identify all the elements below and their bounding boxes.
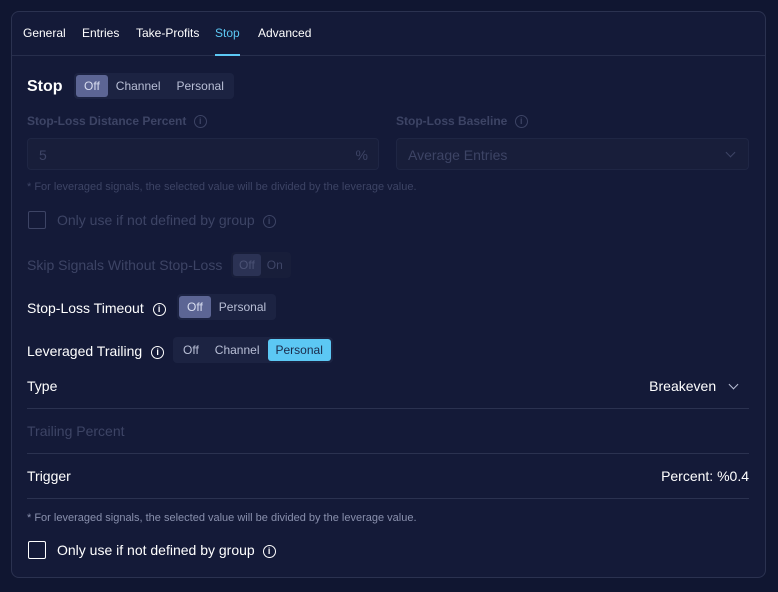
stop-mode-personal[interactable]: Personal: [169, 75, 232, 97]
skip-signals-off[interactable]: Off: [233, 254, 261, 276]
info-icon: i: [152, 302, 166, 316]
leveraged-trailing-channel[interactable]: Channel: [207, 339, 268, 361]
tab-advanced[interactable]: Advanced: [258, 26, 311, 56]
info-icon: i: [193, 115, 207, 129]
divider: [27, 498, 749, 499]
divider: [27, 408, 749, 409]
tab-general[interactable]: General: [23, 26, 66, 56]
tab-take-profits[interactable]: Take-Profits: [136, 26, 199, 56]
info-icon: i: [262, 544, 276, 558]
sl-baseline-value: Average Entries: [408, 147, 508, 163]
sl-distance-label: Stop-Loss Distance Percent i: [27, 114, 207, 129]
info-icon: i: [151, 345, 165, 359]
info-icon: i: [514, 115, 528, 129]
sl-distance-input[interactable]: 5 %: [27, 138, 379, 170]
skip-signals-label: Skip Signals Without Stop-Loss: [27, 257, 223, 273]
tab-bar: General Entries Take-Profits Stop Advanc…: [12, 12, 765, 56]
only-use-label-bottom: Only use if not defined by group i: [57, 542, 276, 558]
only-use-checkbox-bottom[interactable]: [28, 541, 46, 559]
sl-baseline-label: Stop-Loss Baseline i: [396, 114, 528, 129]
sl-distance-value: 5: [39, 147, 47, 163]
type-label: Type: [27, 378, 58, 394]
only-use-checkbox-top[interactable]: [28, 211, 46, 229]
leverage-hint-top: * For leveraged signals, the selected va…: [27, 181, 417, 193]
sl-baseline-select[interactable]: Average Entries: [396, 138, 749, 170]
leveraged-trailing-label: Leveraged Trailing i: [27, 343, 165, 359]
leveraged-trailing-personal[interactable]: Personal: [267, 339, 331, 361]
info-icon: i: [262, 214, 276, 228]
stop-settings-panel: General Entries Take-Profits Stop Advanc…: [11, 11, 766, 578]
percent-unit: %: [355, 147, 368, 163]
sl-timeout-off[interactable]: Off: [179, 296, 211, 318]
type-select[interactable]: Breakeven: [649, 378, 739, 394]
divider: [27, 453, 749, 454]
stop-mode-channel[interactable]: Channel: [108, 75, 169, 97]
stop-title: Stop: [27, 78, 63, 95]
only-use-label-top: Only use if not defined by group i: [57, 212, 276, 228]
stop-mode-toggle: Off Channel Personal: [74, 73, 234, 99]
sl-timeout-toggle: Off Personal: [177, 294, 277, 320]
tab-stop[interactable]: Stop: [215, 26, 240, 56]
tab-entries[interactable]: Entries: [82, 26, 119, 56]
sl-timeout-personal[interactable]: Personal: [211, 296, 274, 318]
leverage-hint-bottom: * For leveraged signals, the selected va…: [27, 512, 417, 524]
stop-mode-off[interactable]: Off: [76, 75, 108, 97]
sl-timeout-label: Stop-Loss Timeout i: [27, 300, 166, 316]
chevron-down-icon: [725, 147, 736, 158]
skip-signals-on[interactable]: On: [261, 254, 289, 276]
leveraged-trailing-off[interactable]: Off: [175, 339, 207, 361]
chevron-down-icon: [728, 379, 739, 390]
trailing-percent-label: Trailing Percent: [27, 423, 125, 439]
leveraged-trailing-toggle: Off Channel Personal: [173, 337, 333, 363]
trigger-value[interactable]: Percent: %0.4: [661, 468, 749, 484]
skip-signals-toggle: Off On: [231, 252, 291, 278]
trigger-label: Trigger: [27, 468, 71, 484]
